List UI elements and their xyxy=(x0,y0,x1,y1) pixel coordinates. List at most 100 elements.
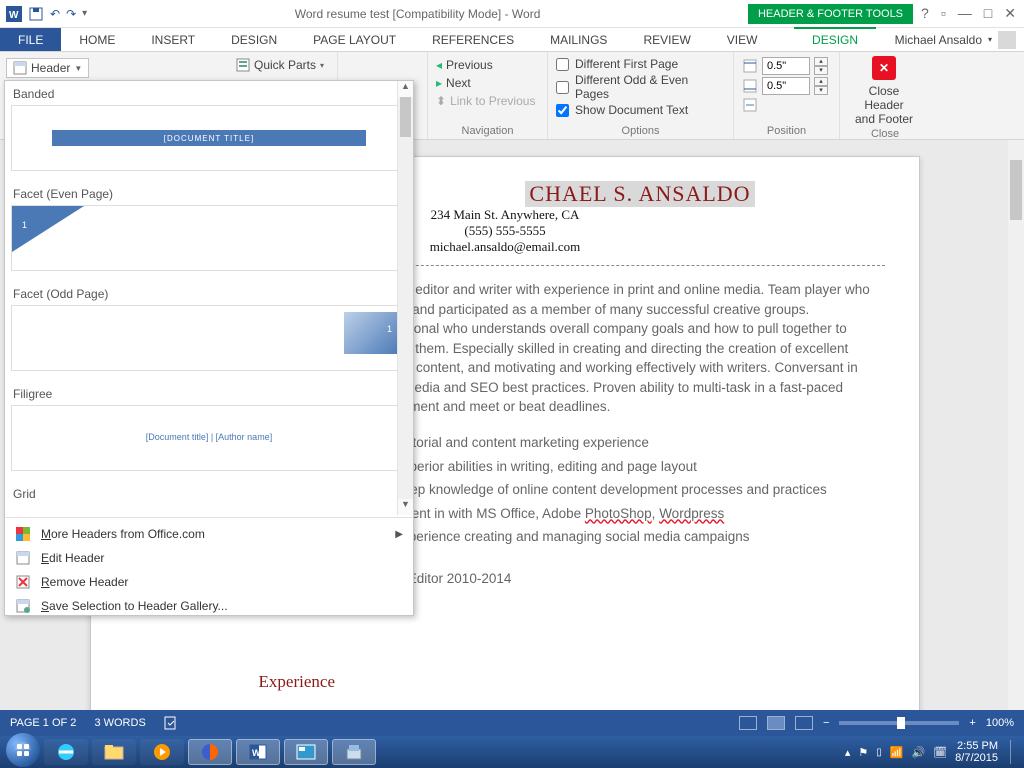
undo-icon[interactable]: ↶ xyxy=(50,7,60,21)
wifi-icon[interactable]: 📶 xyxy=(890,746,904,759)
edit-header-menuitem[interactable]: Edit Header xyxy=(5,546,413,570)
flag-icon[interactable]: ⚑ xyxy=(858,746,868,759)
word-count[interactable]: 3 WORDS xyxy=(94,717,145,729)
title-bar: W ↶ ↷ ▾ Word resume test [Compatibility … xyxy=(0,0,1024,28)
maximize-icon[interactable]: □ xyxy=(984,5,992,22)
banded-preview-label: [DOCUMENT TITLE] xyxy=(52,130,366,146)
more-headers-menuitem[interactable]: More Headers from Office.com ▶ xyxy=(5,522,413,546)
network-icon[interactable]: ▯ xyxy=(876,747,882,758)
close-group: ✕ Close Headerand Footer Close xyxy=(840,52,930,139)
spin-up-icon[interactable]: ▴ xyxy=(814,57,828,66)
gallery-item-banded[interactable]: [DOCUMENT TITLE] xyxy=(11,105,407,171)
quick-parts-button[interactable]: Quick Parts ▾ xyxy=(236,56,329,74)
edit-icon xyxy=(15,550,31,566)
next-icon: ▸ xyxy=(436,76,442,90)
taskbar-app1[interactable] xyxy=(284,739,328,765)
experience-heading: Experience xyxy=(125,672,335,692)
scroll-thumb[interactable] xyxy=(1010,160,1022,220)
zoom-out-button[interactable]: − xyxy=(823,717,829,729)
taskbar-explorer[interactable] xyxy=(92,739,136,765)
taskbar-media[interactable] xyxy=(140,739,184,765)
gallery-scroll-thumb[interactable] xyxy=(400,97,411,137)
tab-references[interactable]: REFERENCES xyxy=(414,28,532,51)
window-controls: ? ▫ — □ ✕ xyxy=(913,5,1024,22)
skill-item: Experience creating and managing social … xyxy=(371,527,885,547)
previous-icon: ◂ xyxy=(436,58,442,72)
taskbar-app2[interactable] xyxy=(332,739,376,765)
account-menu[interactable]: Michael Ansaldo ▾ xyxy=(895,28,1024,51)
tab-align-icon[interactable] xyxy=(742,97,758,113)
tab-page-layout[interactable]: PAGE LAYOUT xyxy=(295,28,414,51)
gallery-category-facet-odd: Facet (Odd Page) xyxy=(11,281,407,305)
footer-bottom-icon xyxy=(742,78,758,94)
navigation-group-label: Navigation xyxy=(436,123,539,137)
next-button[interactable]: ▸Next xyxy=(436,74,539,92)
skill-item: Fluent in with MS Office, Adobe PhotoSho… xyxy=(371,504,885,524)
gallery-scrollbar[interactable]: ▲ ▼ xyxy=(397,81,413,515)
different-first-page-checkbox[interactable]: Different First Page xyxy=(556,56,725,72)
show-desktop[interactable] xyxy=(1010,740,1018,764)
close-header-footer-button[interactable]: ✕ Close Headerand Footer xyxy=(848,56,920,126)
close-icon[interactable]: ✕ xyxy=(1004,5,1016,22)
remove-header-menuitem[interactable]: Remove Header xyxy=(5,570,413,594)
chevron-down-icon: ▼ xyxy=(74,64,82,73)
scroll-up-icon[interactable]: ▲ xyxy=(398,81,413,97)
scroll-down-icon[interactable]: ▼ xyxy=(398,499,413,515)
user-avatar-icon xyxy=(998,31,1016,49)
zoom-level[interactable]: 100% xyxy=(986,717,1014,729)
web-layout-icon[interactable] xyxy=(795,716,813,730)
clock[interactable]: 2:55 PM 8/7/2015 xyxy=(955,740,1002,764)
summary-text: Veteran editor and writer with experienc… xyxy=(365,280,885,417)
tab-insert[interactable]: INSERT xyxy=(133,28,213,51)
page-indicator[interactable]: PAGE 1 OF 2 xyxy=(10,717,76,729)
volume-icon[interactable]: 🔊 xyxy=(912,746,926,759)
tab-design[interactable]: DESIGN xyxy=(213,28,295,51)
minimize-icon[interactable]: — xyxy=(958,5,972,22)
tab-mailings[interactable]: MAILINGS xyxy=(532,28,625,51)
tray-up-icon[interactable]: ▴ xyxy=(845,746,851,759)
zoom-slider[interactable] xyxy=(839,721,959,725)
footer-bottom-input[interactable] xyxy=(762,77,810,95)
zoom-in-button[interactable]: + xyxy=(969,717,975,729)
start-button[interactable] xyxy=(6,733,40,767)
print-layout-icon[interactable] xyxy=(767,716,785,730)
spin-up-icon[interactable]: ▴ xyxy=(814,77,828,86)
experience-line: Senior Editor 2010-2014 xyxy=(365,569,885,589)
show-document-text-checkbox[interactable]: Show Document Text xyxy=(556,102,725,118)
spin-down-icon[interactable]: ▾ xyxy=(814,66,828,75)
header-top-input[interactable] xyxy=(762,57,810,75)
taskbar-word[interactable]: W xyxy=(236,739,280,765)
header-from-top[interactable]: ▴▾ xyxy=(742,56,831,76)
spin-down-icon[interactable]: ▾ xyxy=(814,86,828,95)
save-selection-menuitem[interactable]: Save Selection to Header Gallery... xyxy=(5,594,413,618)
proofing-icon[interactable] xyxy=(164,716,180,730)
tab-context-design[interactable]: DESIGN xyxy=(794,27,876,51)
taskbar-firefox[interactable] xyxy=(188,739,232,765)
gallery-item-filigree[interactable]: [Document title] | [Author name] xyxy=(11,405,407,471)
office-icon xyxy=(15,526,31,542)
save-icon[interactable] xyxy=(28,6,44,22)
battery-icon[interactable]: 🗓 xyxy=(933,746,947,759)
footer-from-bottom[interactable]: ▴▾ xyxy=(742,76,831,96)
different-odd-even-checkbox[interactable]: Different Odd & Even Pages xyxy=(556,72,725,102)
ribbon-display-icon[interactable]: ▫ xyxy=(941,5,946,22)
skills-list: Editorial and content marketing experien… xyxy=(365,433,885,547)
tab-home[interactable]: HOME xyxy=(61,28,133,51)
tab-file[interactable]: FILE xyxy=(0,28,61,51)
vertical-scrollbar[interactable] xyxy=(1008,140,1024,710)
previous-button[interactable]: ◂Previous xyxy=(436,56,539,74)
header-top-icon xyxy=(742,58,758,74)
tab-view[interactable]: VIEW xyxy=(709,28,776,51)
redo-icon[interactable]: ↷ xyxy=(66,7,76,21)
tab-review[interactable]: REVIEW xyxy=(625,28,708,51)
user-name: Michael Ansaldo xyxy=(895,33,982,47)
help-icon[interactable]: ? xyxy=(921,5,929,22)
header-icon xyxy=(13,61,27,75)
read-mode-icon[interactable] xyxy=(739,716,757,730)
gallery-item-facet-even[interactable]: 1 xyxy=(11,205,407,271)
gallery-category-facet-even: Facet (Even Page) xyxy=(11,181,407,205)
gallery-item-facet-odd[interactable]: 1 xyxy=(11,305,407,371)
header-dropdown-button[interactable]: Header ▼ xyxy=(6,58,89,78)
link-previous-button[interactable]: ⬍Link to Previous xyxy=(436,92,539,110)
taskbar-ie[interactable] xyxy=(44,739,88,765)
